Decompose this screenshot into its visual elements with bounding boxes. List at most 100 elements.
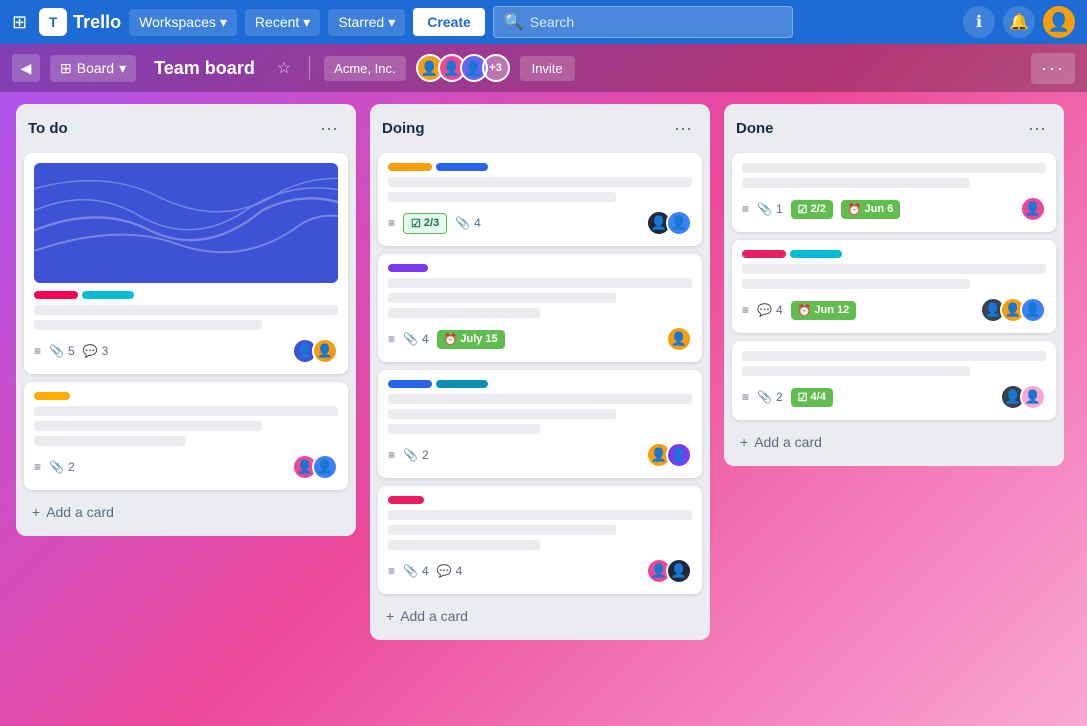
card-avatar: 👤 (312, 454, 338, 480)
card-line (742, 163, 1046, 173)
card-meta-attach: 📎 4 (455, 216, 481, 230)
card-text-lines (388, 510, 692, 550)
card-footer: ≡ 📎 4 ⏰ July 15 👤 (388, 326, 692, 352)
card-line (388, 409, 616, 419)
card-line (742, 351, 1046, 361)
card-avatar: 👤 (666, 326, 692, 352)
card-cover-inner (34, 163, 338, 283)
sidebar-toggle[interactable]: ◀ (12, 54, 40, 82)
add-card-btn-done[interactable]: + Add a card (732, 428, 1056, 456)
card-meta-menu: ≡ (388, 564, 395, 578)
card-footer: ≡ 📎 5 💬 3 👤 👤 (34, 338, 338, 364)
recent-menu[interactable]: Recent ▾ (245, 9, 320, 36)
board-view-btn[interactable]: ⊞ Board ▾ (50, 55, 136, 82)
card-6[interactable]: ≡ 📎 4 💬 4 👤 👤 (378, 486, 702, 594)
column-menu-done[interactable]: ··· (1022, 116, 1052, 141)
card-line (388, 525, 616, 535)
card-meta-menu: ≡ (34, 344, 41, 358)
board-title: Team board (146, 54, 263, 83)
date-badge: ⏰ Jun 6 (841, 200, 900, 219)
card-text-lines (742, 264, 1046, 289)
card-avatar: 👤 (666, 558, 692, 584)
card-labels (388, 380, 692, 388)
card-line (34, 436, 186, 446)
card-7[interactable]: ≡ 📎 1 ☑ 2/2 ⏰ Jun 6 👤 (732, 153, 1056, 232)
notifications-icon[interactable]: 🔔 (1003, 6, 1035, 38)
card-text-lines (742, 163, 1046, 188)
card-footer: ≡ 📎 4 💬 4 👤 👤 (388, 558, 692, 584)
card-meta-attach: 📎 1 (757, 202, 783, 216)
cover-svg (34, 163, 338, 277)
card-meta-menu: ≡ (34, 460, 41, 474)
board-header-right: ··· (1031, 53, 1075, 84)
column-title-done: Done (736, 120, 774, 137)
card-meta-attach: 📎 4 (403, 564, 429, 578)
label-cyan (790, 250, 842, 258)
column-menu-doing[interactable]: ··· (668, 116, 698, 141)
date-badge: ⏰ July 15 (437, 330, 505, 349)
card-footer: ≡ 📎 2 👤 👤 (388, 442, 692, 468)
card-cover (34, 163, 338, 283)
member-avatars: 👤 👤 👤 +3 (416, 54, 510, 82)
column-header-done: Done ··· (732, 114, 1056, 145)
card-text-lines (388, 394, 692, 434)
card-line (388, 510, 692, 520)
card-meta-comment: 💬 4 (757, 303, 783, 317)
card-avatar: 👤 (312, 338, 338, 364)
card-5[interactable]: ≡ 📎 2 👤 👤 (378, 370, 702, 478)
card-labels (388, 163, 692, 171)
search-input[interactable] (530, 14, 782, 30)
card-meta-menu: ≡ (388, 216, 395, 230)
trello-logo-icon: T (39, 8, 67, 36)
card-line (34, 320, 262, 330)
card-line (742, 264, 1046, 274)
label-magenta (388, 496, 424, 504)
card-8[interactable]: ≡ 💬 4 ⏰ Jun 12 👤 👤 👤 (732, 240, 1056, 333)
invite-button[interactable]: Invite (520, 56, 575, 81)
workspaces-menu[interactable]: Workspaces ▾ (129, 9, 237, 36)
card-4[interactable]: ≡ 📎 4 ⏰ July 15 👤 (378, 254, 702, 362)
checklist-badge: ☑ 2/3 (403, 213, 447, 234)
divider (309, 56, 310, 80)
card-line (34, 305, 338, 315)
info-icon[interactable]: ℹ (963, 6, 995, 38)
workspace-label[interactable]: Acme, Inc. (324, 56, 405, 81)
card-footer: ≡ ☑ 2/3 📎 4 👤 👤 (388, 210, 692, 236)
trello-logo[interactable]: T Trello (39, 8, 121, 36)
search-bar[interactable]: 🔍 (493, 6, 793, 38)
card-line (34, 406, 338, 416)
column-menu-todo[interactable]: ··· (314, 116, 344, 141)
card-meta-comment: 💬 4 (437, 564, 463, 578)
add-card-btn-doing[interactable]: + Add a card (378, 602, 702, 630)
member-more[interactable]: +3 (482, 54, 510, 82)
column-todo: To do ··· (16, 104, 356, 536)
card-9[interactable]: ≡ 📎 2 ☑ 4/4 👤 👤 (732, 341, 1056, 420)
column-title-doing: Doing (382, 120, 425, 137)
column-title-todo: To do (28, 120, 68, 137)
create-button[interactable]: Create (413, 8, 485, 36)
grid-icon[interactable]: ⊞ (12, 12, 27, 33)
card-text-lines (34, 406, 338, 446)
star-button[interactable]: ☆ (273, 54, 295, 82)
card-avatar: 👤 (1020, 196, 1046, 222)
add-card-btn-todo[interactable]: + Add a card (24, 498, 348, 526)
card-meta-menu: ≡ (742, 390, 749, 404)
card-text-lines (34, 305, 338, 330)
card-labels (742, 250, 1046, 258)
starred-menu[interactable]: Starred ▾ (328, 9, 405, 36)
card-line (742, 178, 970, 188)
card-labels (388, 264, 692, 272)
card-3[interactable]: ≡ ☑ 2/3 📎 4 👤 👤 (378, 153, 702, 246)
card-meta-menu: ≡ (742, 303, 749, 317)
user-avatar[interactable]: 👤 (1043, 6, 1075, 38)
card-meta-attach: 📎 5 (49, 344, 75, 358)
card-avatar: 👤 (666, 210, 692, 236)
more-options-button[interactable]: ··· (1031, 53, 1075, 84)
card-2[interactable]: ≡ 📎 2 👤 👤 (24, 382, 348, 490)
card-1[interactable]: ≡ 📎 5 💬 3 👤 👤 (24, 153, 348, 374)
label-pink (742, 250, 786, 258)
date-badge: ⏰ Jun 12 (791, 301, 857, 320)
card-meta-attach: 📎 2 (757, 390, 783, 404)
column-done: Done ··· ≡ 📎 1 ☑ 2/2 ⏰ Jun 6 👤 (724, 104, 1064, 466)
label-cyan (82, 291, 134, 299)
